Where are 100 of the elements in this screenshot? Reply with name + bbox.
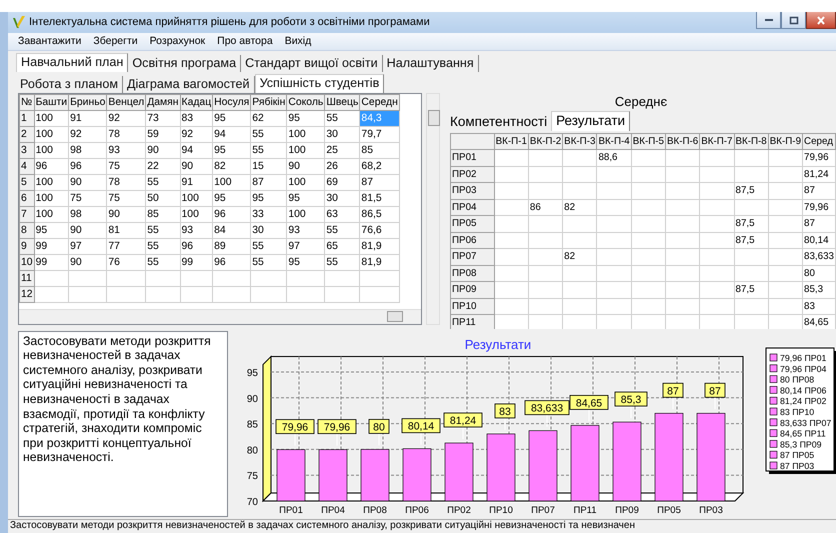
tab[interactable]: Налаштування xyxy=(382,54,479,72)
axis-label: ПР05 xyxy=(657,504,681,516)
table-cell: 76 xyxy=(106,254,146,270)
tab[interactable]: Компетентності xyxy=(446,112,552,131)
table-cell: 81 xyxy=(106,222,146,238)
table-cell: 80,14 xyxy=(802,232,836,249)
table-cell: 100 xyxy=(34,174,69,190)
table-cell: 94 xyxy=(180,142,213,158)
table-cell: 15 xyxy=(250,158,287,174)
table-cell: 95 xyxy=(212,142,251,158)
table-cell: 100 xyxy=(34,190,69,206)
column-header: ВК-П-8 xyxy=(734,133,768,150)
table-cell: 93 xyxy=(286,222,325,238)
legend-item: 87 ПР05 xyxy=(770,450,814,460)
row-header: ПР10 xyxy=(450,298,494,315)
column-header: Носуля xyxy=(212,94,251,110)
scrollbar[interactable] xyxy=(19,308,421,324)
column-header: Рябікін xyxy=(250,94,287,110)
table-cell: 98 xyxy=(68,142,107,158)
row-header: ПР01 xyxy=(450,150,494,166)
axis-label: 85 xyxy=(246,419,258,430)
minimize-button[interactable] xyxy=(756,12,781,29)
table-cell: 55 xyxy=(250,142,287,158)
table-cell: 55 xyxy=(146,174,180,190)
table-cell: 55 xyxy=(324,254,360,270)
table-cell: 95 xyxy=(34,222,69,238)
table-cell: 77 xyxy=(106,238,146,254)
column-header: Бриньо xyxy=(68,94,107,110)
legend-item: 79,96 ПР01 xyxy=(770,352,826,363)
legend-item: 81,24 ПР02 xyxy=(770,396,826,406)
table-cell: 87,5 xyxy=(734,182,768,200)
table-cell: 30 xyxy=(250,222,287,238)
maximize-button[interactable] xyxy=(781,12,806,29)
table-cell: 81,9 xyxy=(360,238,400,254)
table-cell: 84 xyxy=(212,222,251,238)
table-cell: 84,3 xyxy=(360,110,400,126)
row-header: ПР09 xyxy=(450,282,494,298)
table-cell: 90 xyxy=(146,142,180,158)
table-cell: 90 xyxy=(286,158,325,174)
table-cell: 97 xyxy=(286,238,325,254)
tab[interactable]: Навчальний план xyxy=(16,52,128,72)
row-number: 10 xyxy=(20,254,34,270)
table-cell: 78 xyxy=(106,174,146,190)
column-header: ВК-П-5 xyxy=(631,133,666,150)
table-cell: 55 xyxy=(146,222,180,238)
table-cell: 22 xyxy=(146,158,180,174)
table-cell: 94 xyxy=(212,126,251,142)
table-cell: 85 xyxy=(146,206,180,222)
table-cell: 95 xyxy=(286,254,325,270)
table-cell: 26 xyxy=(324,158,360,174)
row-header: ПР05 xyxy=(450,216,494,232)
column-header: ВК-П-6 xyxy=(665,133,700,150)
table-cell: 73 xyxy=(146,110,180,126)
row-header: ПР03 xyxy=(450,182,494,200)
table-cell: 55 xyxy=(146,238,180,254)
table-cell: 75 xyxy=(106,158,146,174)
menu-item[interactable]: Про автора xyxy=(211,35,279,48)
scrollbar[interactable] xyxy=(426,92,440,325)
axis-label: ПР02 xyxy=(447,504,471,516)
table-cell: 59 xyxy=(146,126,180,142)
table-cell: 75 xyxy=(68,190,107,206)
close-icon xyxy=(816,16,826,24)
table-cell: 95 xyxy=(212,190,251,206)
row-number: 7 xyxy=(20,206,34,222)
table-cell: 55 xyxy=(250,238,287,254)
row-number: 9 xyxy=(20,238,34,254)
table-cell: 87 xyxy=(802,216,836,232)
table-cell: 95 xyxy=(286,110,325,126)
menu-item[interactable]: Вихід xyxy=(278,35,318,48)
table-cell: 100 xyxy=(286,126,325,142)
table-cell: 95 xyxy=(212,110,251,126)
menu-item[interactable]: Завантажити xyxy=(12,35,88,48)
column-header: ВК-П-2 xyxy=(528,133,563,150)
text-area[interactable]: Застосовувати методи розкриття невизначеностей в задачах системного аналізу, розкривати ситуаційні невизначеності та невизначеності в задачах взаємодії, протидії та конфлікту стратегій, знаходити компроміс при розкритті концептуальної невизначеності. xyxy=(18,330,228,517)
tab[interactable]: Успішність студентів xyxy=(254,74,384,93)
menu-item[interactable]: Розрахунок xyxy=(144,35,212,48)
row-header: ПР07 xyxy=(450,248,494,266)
legend-item: 79,96 ПР04 xyxy=(770,364,826,374)
column-header: ВК-П-7 xyxy=(700,133,734,150)
table-cell: 99 xyxy=(34,254,69,270)
table-cell: 90 xyxy=(106,206,146,222)
table-cell: 81,24 xyxy=(802,166,836,183)
data-label: 79,96 xyxy=(276,418,314,434)
data-label: 83 xyxy=(494,403,516,418)
table-cell: 100 xyxy=(180,190,213,206)
menu-item[interactable]: Зберегти xyxy=(87,35,144,48)
table-cell: 100 xyxy=(34,126,69,142)
data-label: 85,3 xyxy=(614,391,648,406)
table-cell: 55 xyxy=(146,254,180,270)
data-label: 84,65 xyxy=(570,394,608,410)
axis-label: 75 xyxy=(246,470,258,482)
table-cell: 96 xyxy=(34,158,69,174)
table-cell: 96 xyxy=(212,206,251,222)
tab[interactable]: Результати xyxy=(551,110,630,131)
column-header: Середн xyxy=(360,94,400,110)
close-button[interactable] xyxy=(806,12,836,29)
table-cell: 80 xyxy=(802,265,836,282)
table-cell: 83 xyxy=(802,298,836,315)
table-cell: 79,96 xyxy=(802,199,836,216)
row-header: ПР06 xyxy=(450,232,494,249)
